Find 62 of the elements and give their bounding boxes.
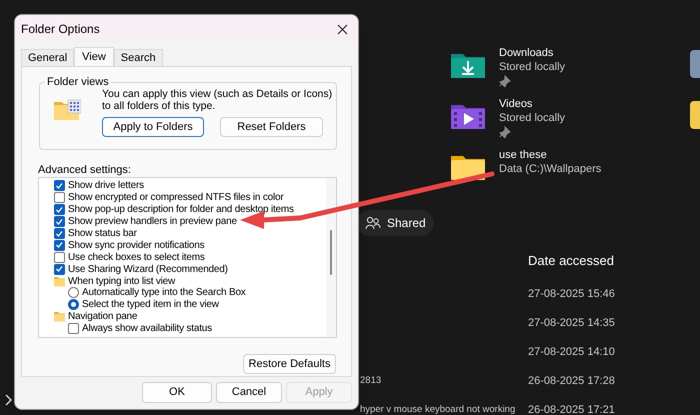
column-header[interactable]: Date accessed xyxy=(528,251,614,271)
setting-label[interactable]: Select the typed item in the view xyxy=(82,299,219,310)
setting-label[interactable]: When typing into list view xyxy=(68,276,176,287)
tab[interactable]: Search xyxy=(114,49,163,66)
tab[interactable]: View xyxy=(74,47,114,67)
item-name[interactable]: use these xyxy=(499,148,602,162)
shared-filter-chip[interactable]: Shared xyxy=(357,210,434,236)
setting-label[interactable]: Show pop-up description for folder and desktop items xyxy=(68,204,294,216)
radio-button[interactable] xyxy=(68,287,79,298)
item-name[interactable]: Videos xyxy=(499,97,566,111)
date-accessed: 27-08-2025 14:10 xyxy=(528,344,615,360)
file-name[interactable]: hyper v mouse keyboard not working xyxy=(360,402,516,415)
reset-folders-button[interactable]: Reset Folders xyxy=(220,117,323,137)
setting-label[interactable]: Show sync provider notifications xyxy=(68,240,204,251)
setting-label[interactable]: Automatically type into the Search Box xyxy=(82,287,246,298)
item-name[interactable]: Downloads xyxy=(499,46,566,60)
item-location: Data (C:)\Wallpapers xyxy=(499,162,602,176)
description-text: You can apply this view (such as Details or Icons) to all folders of this type. xyxy=(102,88,334,112)
restore-defaults-button[interactable]: Restore Defaults xyxy=(243,354,336,374)
setting-label[interactable]: Use Sharing Wizard (Recommended) xyxy=(68,264,228,275)
setting-label[interactable]: Show preview handlers in preview pane xyxy=(68,216,237,228)
scrollbar-thumb[interactable] xyxy=(330,230,332,275)
apply-to-folders-button[interactable]: Apply to Folders xyxy=(102,117,204,137)
close-icon xyxy=(337,24,348,34)
folder-icon[interactable] xyxy=(690,101,700,129)
checkbox[interactable] xyxy=(54,180,65,192)
date-accessed: 27-08-2025 14:35 xyxy=(528,316,615,331)
checkbox[interactable] xyxy=(54,204,65,216)
checkbox[interactable] xyxy=(54,216,65,228)
people-icon xyxy=(365,216,381,230)
chevron-icon xyxy=(4,394,13,406)
setting-label[interactable]: Show encrypted or compressed NTFS files in color xyxy=(68,192,284,204)
section-label: Advanced settings: xyxy=(38,163,131,178)
checkbox[interactable] xyxy=(54,192,65,204)
check-icon xyxy=(55,265,64,274)
checkbox[interactable] xyxy=(54,228,65,239)
dialog-button[interactable]: Cancel xyxy=(216,382,282,403)
folder-icon[interactable] xyxy=(690,50,700,78)
checkbox[interactable] xyxy=(54,264,65,275)
folder-icon xyxy=(54,311,65,322)
date-accessed: 27-08-2025 15:46 xyxy=(528,286,615,302)
setting-label[interactable]: Always show availability status xyxy=(82,323,212,334)
check-icon xyxy=(55,182,64,190)
scrollbar[interactable] xyxy=(326,178,336,337)
window-title: Folder Options xyxy=(21,21,100,38)
setting-label[interactable]: Use check boxes to select items xyxy=(68,252,205,263)
checkbox[interactable] xyxy=(54,252,65,263)
tab[interactable]: General xyxy=(21,49,74,66)
date-accessed: 26-08-2025 17:28 xyxy=(528,374,615,389)
radio-button[interactable] xyxy=(68,299,79,310)
folder-icon xyxy=(54,276,65,287)
setting-label[interactable]: Navigation pane xyxy=(68,311,138,322)
checkbox[interactable] xyxy=(68,323,79,334)
setting-label[interactable]: Show status bar xyxy=(68,228,137,239)
dialog-button[interactable]: OK xyxy=(142,382,212,403)
folder-view-icon xyxy=(54,99,81,121)
date-accessed: 26-08-2025 17:21 xyxy=(528,402,615,415)
item-location: Stored locally xyxy=(499,111,566,125)
file-name[interactable]: 2813 xyxy=(360,374,382,388)
item-location: Stored locally xyxy=(499,60,566,74)
checkbox[interactable] xyxy=(54,240,65,251)
setting-label[interactable]: Show drive letters xyxy=(68,180,144,192)
